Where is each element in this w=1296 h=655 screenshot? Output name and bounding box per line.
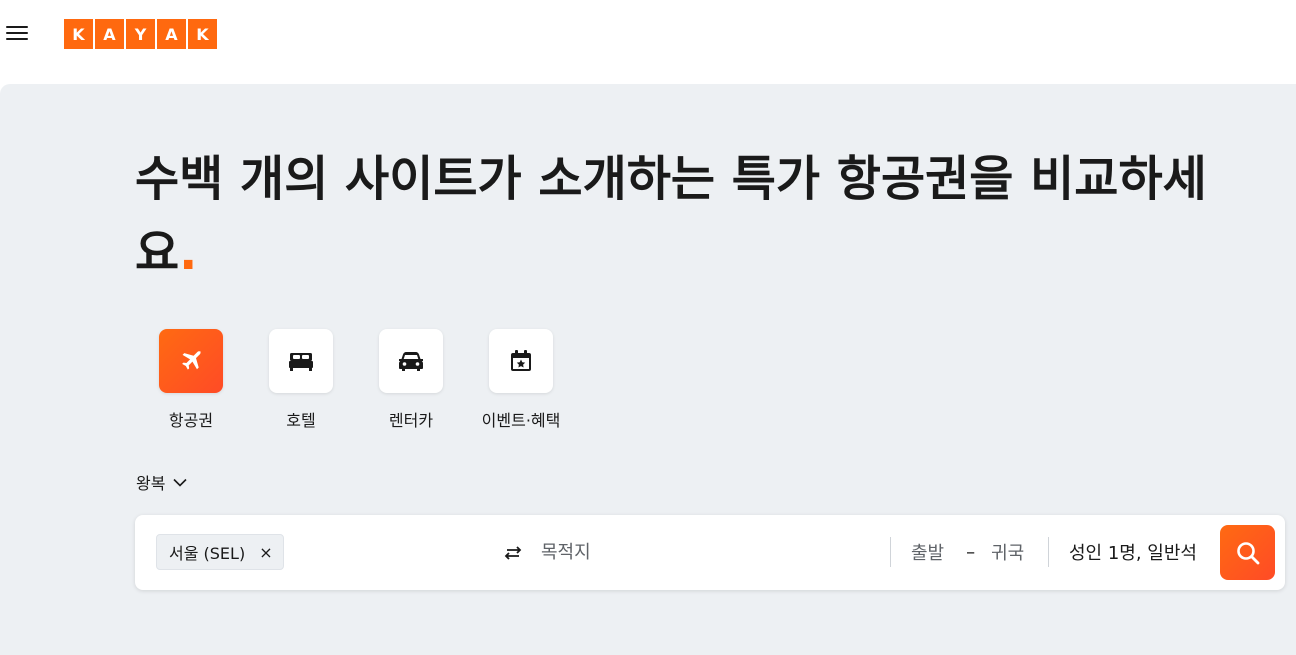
headline-dot: .	[179, 225, 198, 281]
swap-icon[interactable]	[501, 541, 525, 565]
logo-letter: K	[64, 19, 93, 49]
depart-date-field[interactable]: 출발	[911, 539, 944, 565]
car-icon[interactable]	[379, 329, 443, 393]
logo-letter: Y	[126, 19, 155, 49]
logo-letter: K	[188, 19, 217, 49]
tab-label: 항공권	[168, 411, 214, 430]
tab-label: 이벤트·혜택	[481, 411, 561, 430]
tab-label: 호텔	[286, 411, 316, 430]
logo-letter: A	[95, 19, 124, 49]
divider	[1048, 537, 1049, 567]
calendar-star-icon[interactable]	[489, 329, 553, 393]
hamburger-icon[interactable]	[6, 26, 28, 44]
tab-hotels[interactable]: 호텔	[246, 329, 356, 431]
tab-label: 렌터카	[388, 411, 434, 430]
trip-type-dropdown[interactable]: 왕복	[136, 470, 188, 494]
chevron-down-icon	[173, 478, 188, 487]
headline-text: 수백 개의 사이트가 소개하는 특가 항공권을 비교하세요	[135, 151, 1207, 281]
date-range: 출발 – 귀국	[911, 537, 1024, 567]
logo-letter: A	[157, 19, 186, 49]
plane-icon[interactable]	[159, 329, 223, 393]
divider	[890, 537, 891, 567]
vertical-tabs: 항공권 호텔 렌터카 이벤트·혜택	[136, 329, 576, 431]
kayak-logo[interactable]: K A Y A K	[64, 19, 217, 49]
tab-cars[interactable]: 렌터카	[356, 329, 466, 431]
bed-icon[interactable]	[269, 329, 333, 393]
close-icon[interactable]: ×	[259, 543, 272, 562]
return-date-field[interactable]: 귀국	[991, 539, 1024, 565]
page-title: 수백 개의 사이트가 소개하는 특가 항공권을 비교하세요.	[135, 142, 1255, 290]
destination-input[interactable]	[541, 537, 871, 567]
date-separator: –	[966, 541, 976, 563]
hero-section: 수백 개의 사이트가 소개하는 특가 항공권을 비교하세요. 항공권 호텔 렌터…	[0, 84, 1296, 655]
top-navigation-bar: K A Y A K	[0, 0, 1296, 84]
search-icon	[1236, 541, 1259, 564]
tab-events-deals[interactable]: 이벤트·혜택	[466, 329, 576, 431]
search-button[interactable]	[1220, 525, 1275, 580]
trip-type-label: 왕복	[136, 474, 166, 493]
tab-flights[interactable]: 항공권	[136, 329, 246, 431]
origin-chip[interactable]: 서울 (SEL) ×	[156, 534, 284, 570]
travelers-cabin-selector[interactable]: 성인 1명, 일반석	[1069, 537, 1197, 567]
flight-search-form: 서울 (SEL) × 출발 – 귀국 성인 1명, 일반석	[135, 515, 1285, 590]
origin-value: 서울 (SEL)	[169, 544, 246, 563]
